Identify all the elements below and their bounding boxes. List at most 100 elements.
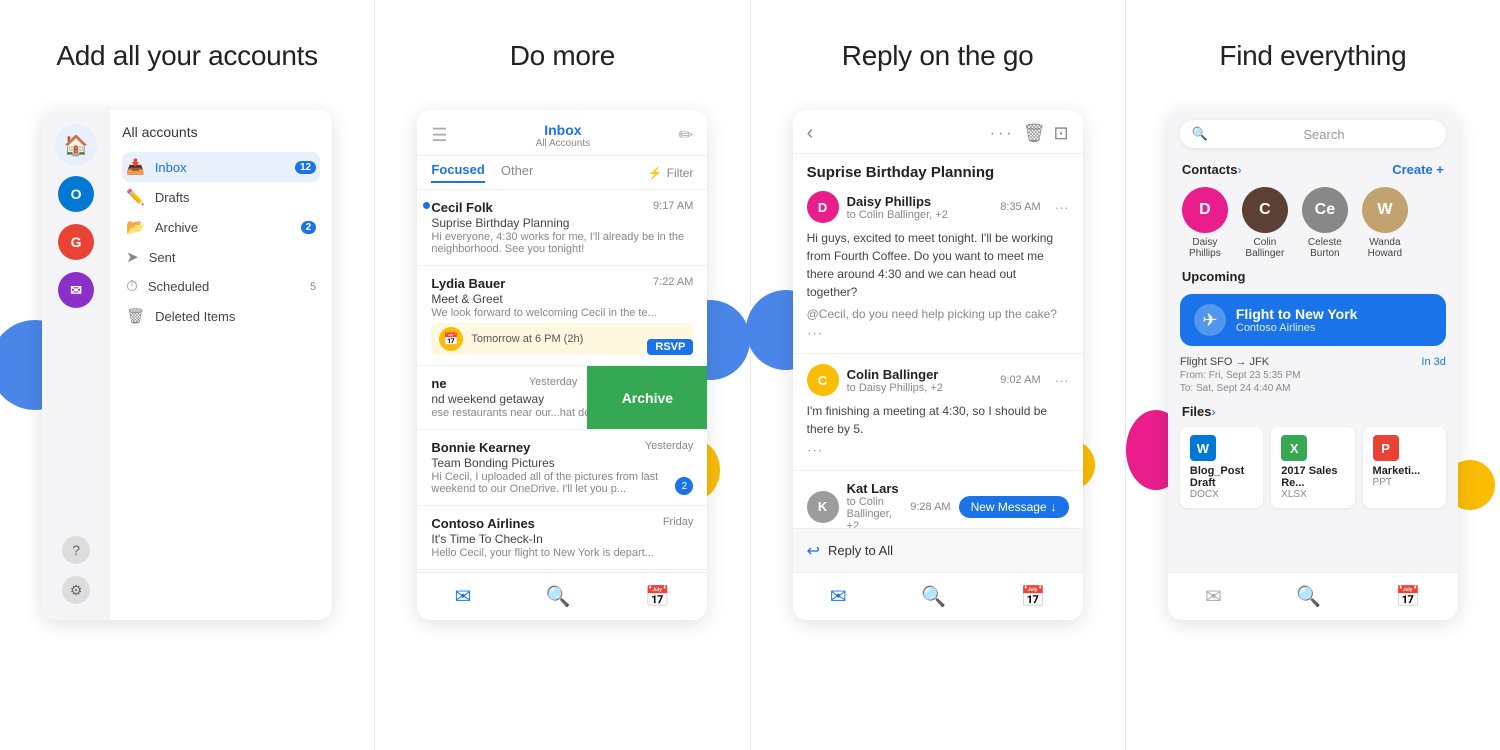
nav-item-archive[interactable]: 📂 Archive 2 xyxy=(122,212,320,242)
rsvp-button[interactable]: RSVP xyxy=(647,339,693,355)
file-name-2: Marketi... xyxy=(1373,465,1436,477)
contact-0[interactable]: D DaisyPhillips xyxy=(1182,187,1228,259)
account-google[interactable]: G xyxy=(58,224,94,260)
event-text: Tomorrow at 6 PM (2h) xyxy=(471,333,583,345)
email-subject-4: It's Time To Check-In xyxy=(431,532,693,546)
contact-2[interactable]: Ce CelesteBurton xyxy=(1302,187,1348,259)
s3-bottom-bar: ✉ 🔍 📅 xyxy=(793,572,1083,620)
account-outlook[interactable]: O xyxy=(58,176,94,212)
home-icon[interactable]: 🏠 xyxy=(55,124,97,166)
email-item-2[interactable]: ne nd weekend getaway ese restaurants ne… xyxy=(417,366,707,430)
files-row: W Blog_Post Draft DOCX X 2017 Sales Re..… xyxy=(1168,423,1458,512)
files-label: Files xyxy=(1182,404,1212,419)
email-time-4: Friday xyxy=(663,516,694,528)
thread-subject: Suprise Birthday Planning xyxy=(793,154,1083,181)
file-icon-2: P xyxy=(1373,435,1399,461)
s3-mail-icon[interactable]: ✉ xyxy=(830,584,847,609)
create-button[interactable]: Create + xyxy=(1392,162,1444,177)
email-item-4[interactable]: Contoso Airlines It's Time To Check-In H… xyxy=(417,506,707,570)
nav-item-scheduled[interactable]: ⏱ Scheduled 5 xyxy=(122,272,320,301)
file-type-0: DOCX xyxy=(1190,489,1253,500)
reply-bar[interactable]: ↩ Reply to All xyxy=(793,528,1083,572)
contacts-chevron[interactable]: › xyxy=(1238,163,1242,177)
files-header: Files › xyxy=(1168,400,1458,423)
email-item-0[interactable]: Cecil Folk Suprise Birthday Planning Hi … xyxy=(417,190,707,266)
nav-item-drafts[interactable]: ✏️ Drafts xyxy=(122,182,320,212)
file-card-2[interactable]: P Marketi... PPT xyxy=(1363,427,1446,508)
section-title-3: Reply on the go xyxy=(842,40,1034,72)
search-icon: 🔍 xyxy=(1192,126,1208,142)
tab-focused[interactable]: Focused xyxy=(431,162,484,183)
filter-button[interactable]: ⚡Filter xyxy=(648,166,694,180)
msg-more-1[interactable]: ··· xyxy=(1055,372,1069,388)
s3-cal-icon[interactable]: 📅 xyxy=(1020,584,1045,609)
compose-icon[interactable]: ✏ xyxy=(678,125,693,146)
files-chevron[interactable]: › xyxy=(1212,405,1216,419)
settings-icon[interactable]: ⚙ xyxy=(62,576,90,604)
section-title-2: Do more xyxy=(510,40,615,72)
back-icon[interactable]: ‹ xyxy=(807,122,814,145)
email-subject-3: Team Bonding Pictures xyxy=(431,456,693,470)
nav-label-drafts: Drafts xyxy=(155,190,190,205)
all-accounts-label: All accounts xyxy=(122,124,320,140)
sender-name-1: Colin Ballinger xyxy=(847,367,993,382)
file-card-0[interactable]: W Blog_Post Draft DOCX xyxy=(1180,427,1263,508)
flight-icon: ✈ xyxy=(1194,304,1226,336)
sidebar-main: All accounts 📥 Inbox 12 ✏️ Drafts 📂 Arch… xyxy=(110,110,332,620)
archive-badge: 2 xyxy=(301,221,317,234)
nav-item-sent[interactable]: ➤ Sent xyxy=(122,242,320,272)
flight-airline: Contoso Airlines xyxy=(1236,322,1358,334)
contact-1[interactable]: C ColinBallinger xyxy=(1242,187,1288,259)
calendar-nav-icon[interactable]: 📅 xyxy=(645,584,670,609)
mail-nav-icon[interactable]: ✉ xyxy=(455,584,472,609)
email-item-1[interactable]: Lydia Bauer Meet & Greet We look forward… xyxy=(417,266,707,366)
search-input[interactable]: Search xyxy=(1214,127,1434,142)
section-find-everything: Find everything 🔍 Search Contacts › Crea… xyxy=(1126,0,1500,750)
header-subtitle: All Accounts xyxy=(536,138,590,149)
email-time-3: Yesterday xyxy=(645,440,694,452)
s3-search-icon[interactable]: 🔍 xyxy=(921,584,946,609)
contact-name-3: WandaHoward xyxy=(1368,237,1402,259)
email-preview-3: Hi Cecil, I uploaded all of the pictures… xyxy=(431,471,693,495)
avatar-wanda-s4: W xyxy=(1362,187,1408,233)
sender-info-0: Daisy Phillips to Colin Ballinger, +2 xyxy=(847,194,993,221)
nav-label-scheduled: Scheduled xyxy=(148,279,209,294)
sender-name-2: Kat Lars xyxy=(847,481,903,496)
email-item-3[interactable]: Bonnie Kearney Team Bonding Pictures Hi … xyxy=(417,430,707,506)
ellipsis-1: ··· xyxy=(807,442,1069,460)
msg-more-0[interactable]: ··· xyxy=(1055,199,1069,215)
sender-name-0: Daisy Phillips xyxy=(847,194,993,209)
tab-other[interactable]: Other xyxy=(501,163,534,182)
help-icon[interactable]: ? xyxy=(62,536,90,564)
more-icon[interactable]: ··· xyxy=(990,125,1015,143)
account-mail[interactable]: ✉ xyxy=(58,272,94,308)
file-card-1[interactable]: X 2017 Sales Re... XLSX xyxy=(1271,427,1354,508)
search-nav-icon[interactable]: 🔍 xyxy=(546,584,571,609)
email-time-2: Yesterday xyxy=(529,376,578,388)
msg-header-1: C Colin Ballinger to Daisy Phillips, +2 … xyxy=(807,364,1069,396)
s4-search-icon[interactable]: 🔍 xyxy=(1296,584,1321,609)
s4-bottom-bar: ✉ 🔍 📅 xyxy=(1168,572,1458,620)
phone-mockup-1: 🏠 O G ✉ ? ⚙ All accounts 📥 Inbox xyxy=(42,110,332,620)
archive-header-icon[interactable]: ⊡ xyxy=(1054,123,1069,144)
new-message-badge: New Message ↓ xyxy=(959,496,1069,518)
msg-time-0: 8:35 AM xyxy=(1000,201,1040,213)
nav-label-inbox: Inbox xyxy=(155,160,187,175)
search-bar[interactable]: 🔍 Search xyxy=(1180,120,1446,148)
avatar-celeste-s4: Ce xyxy=(1302,187,1348,233)
contact-3[interactable]: W WandaHoward xyxy=(1362,187,1408,259)
delete-icon[interactable]: 🗑 xyxy=(1023,123,1046,144)
menu-icon[interactable]: ☰ xyxy=(431,125,447,146)
scheduled-icon: ⏱ xyxy=(126,278,138,295)
nav-label-archive: Archive xyxy=(155,220,198,235)
s4-cal-icon[interactable]: 📅 xyxy=(1396,584,1421,609)
s4-mail-icon[interactable]: ✉ xyxy=(1205,584,1222,609)
nav-item-deleted[interactable]: 🗑 Deleted Items xyxy=(122,301,320,331)
header-title: Inbox xyxy=(536,122,590,138)
archive-overlay[interactable]: Archive xyxy=(587,366,707,429)
in-days: In 3d xyxy=(1421,356,1445,368)
nav-item-inbox[interactable]: 📥 Inbox 12 xyxy=(122,152,320,182)
msg-time-2: 9:28 AM xyxy=(910,501,950,513)
email-time-1: 7:22 AM xyxy=(653,276,693,288)
section-do-more: Do more ☰ Inbox All Accounts ✏ Focused xyxy=(375,0,750,750)
